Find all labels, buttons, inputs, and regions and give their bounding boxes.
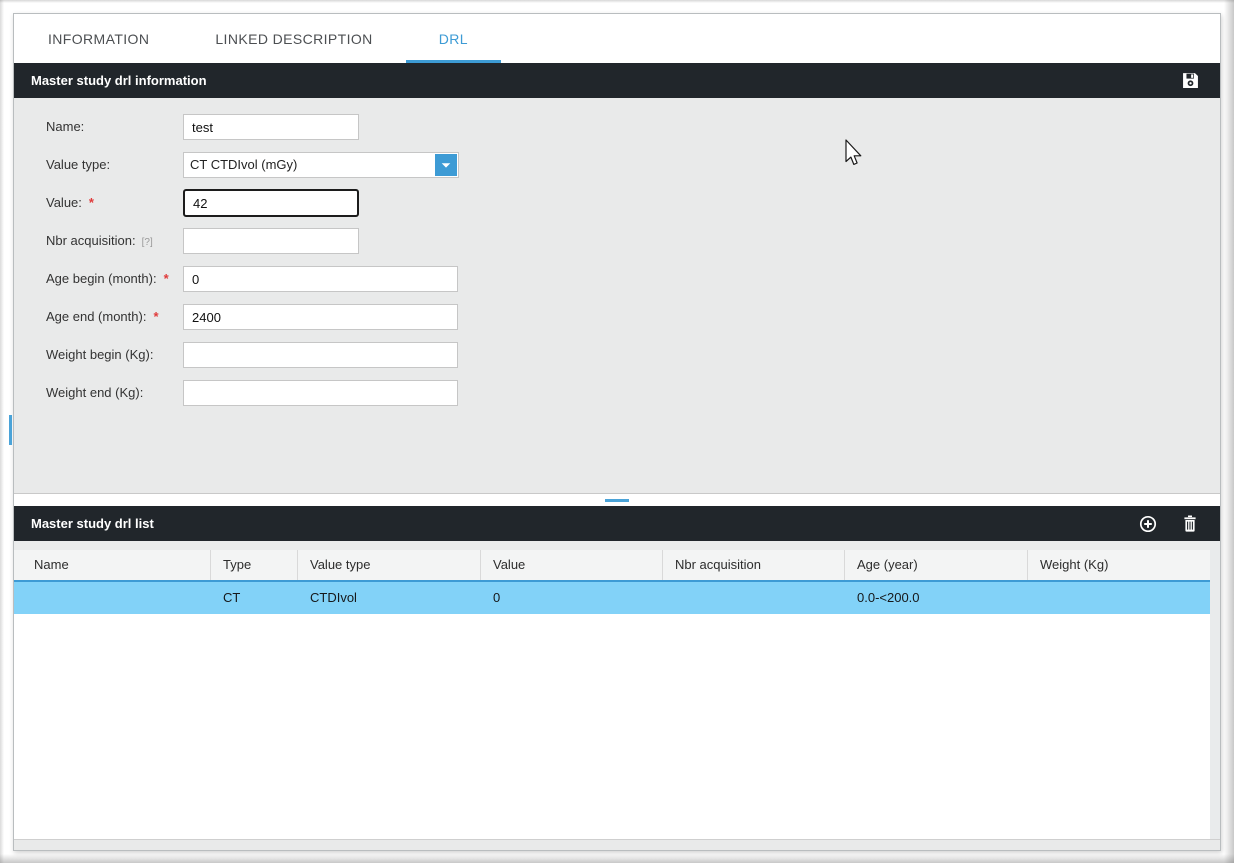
list-panel-title: Master study drl list (31, 516, 154, 531)
column-header-value[interactable]: Value (481, 550, 663, 580)
age-end-month-input[interactable] (183, 304, 458, 330)
field-label: Nbr acquisition:[?] (46, 228, 153, 256)
card-footer-strip (14, 839, 1220, 850)
field-label: Value:* (46, 190, 94, 216)
table-cell: CT (211, 582, 298, 614)
weight-end-kg-input[interactable] (183, 380, 458, 406)
field-label: Value type: (46, 152, 110, 178)
required-asterisk: * (153, 309, 158, 324)
table-cell (1028, 582, 1210, 614)
table-row[interactable]: CTCTDIvol0 0.0-<200.0 (14, 582, 1210, 614)
chevron-down-icon[interactable] (435, 154, 457, 176)
drl-information-form: Name: Value type: CT CTDIvol (mGy) Value… (14, 98, 1220, 494)
form-field-row: Nbr acquisition:[?] (14, 228, 1220, 254)
column-header-value-type[interactable]: Value type (298, 550, 481, 580)
form-field-row: Name: (14, 114, 1220, 140)
table-cell: CTDIvol (298, 582, 481, 614)
info-panel-title: Master study drl information (31, 73, 207, 88)
table-header-row: NameTypeValue typeValueNbr acquisitionAg… (14, 550, 1210, 582)
column-header-type[interactable]: Type (211, 550, 298, 580)
nbr-acquisition-input[interactable] (183, 228, 359, 254)
table-top-gap (14, 541, 1220, 550)
table-cell: 0 (481, 582, 663, 614)
add-icon[interactable] (1139, 515, 1157, 533)
tab-linked-description[interactable]: LINKED DESCRIPTION (182, 14, 405, 63)
delete-icon[interactable] (1181, 515, 1199, 533)
form-field-row: Age end (month):* (14, 304, 1220, 330)
age-begin-month-input[interactable] (183, 266, 458, 292)
select-value: CT CTDIvol (mGy) (190, 153, 297, 177)
left-splitter-handle[interactable] (9, 415, 12, 445)
drl-list-table: NameTypeValue typeValueNbr acquisitionAg… (14, 541, 1220, 839)
tab-label: DRL (439, 31, 468, 47)
table-cell (14, 582, 211, 614)
form-field-row: Value:* (14, 190, 1220, 216)
vertical-scrollbar-track[interactable] (1210, 541, 1220, 839)
field-label: Age end (month):* (46, 304, 159, 330)
tab-bar: INFORMATION LINKED DESCRIPTION DRL (14, 14, 1220, 63)
field-label: Age begin (month):* (46, 266, 169, 292)
main-window: INFORMATION LINKED DESCRIPTION DRL Maste… (13, 13, 1221, 851)
form-field-row: Age begin (month):* (14, 266, 1220, 292)
field-label: Weight begin (Kg): (46, 342, 153, 368)
splitter-handle-icon[interactable] (605, 499, 629, 502)
field-label: Weight end (Kg): (46, 380, 143, 406)
column-header-name[interactable]: Name (14, 550, 211, 580)
save-icon[interactable] (1181, 72, 1199, 90)
table-cell (663, 582, 845, 614)
value-type-select[interactable]: CT CTDIvol (mGy) (183, 152, 459, 178)
required-asterisk: * (164, 271, 169, 286)
help-hint: [?] (142, 237, 153, 248)
form-field-row: Weight end (Kg): (14, 380, 1220, 406)
value-input[interactable] (183, 189, 359, 217)
column-header-nbr-acquisition[interactable]: Nbr acquisition (663, 550, 845, 580)
column-header-weight-kg[interactable]: Weight (Kg) (1028, 550, 1210, 580)
tab-drl[interactable]: DRL (406, 14, 501, 63)
tab-information[interactable]: INFORMATION (15, 14, 182, 63)
table-cell: 0.0-<200.0 (845, 582, 1028, 614)
form-field-row: Value type: CT CTDIvol (mGy) (14, 152, 1220, 178)
required-asterisk: * (89, 195, 94, 210)
field-label: Name: (46, 114, 84, 140)
name-input[interactable] (183, 114, 359, 140)
form-field-row: Weight begin (Kg): (14, 342, 1220, 368)
horizontal-splitter[interactable] (14, 494, 1220, 506)
column-header-age-year[interactable]: Age (year) (845, 550, 1028, 580)
weight-begin-kg-input[interactable] (183, 342, 458, 368)
info-panel-header: Master study drl information (14, 63, 1220, 98)
tab-label: LINKED DESCRIPTION (215, 31, 372, 47)
list-panel-header: Master study drl list (14, 506, 1220, 541)
tab-label: INFORMATION (48, 31, 149, 47)
